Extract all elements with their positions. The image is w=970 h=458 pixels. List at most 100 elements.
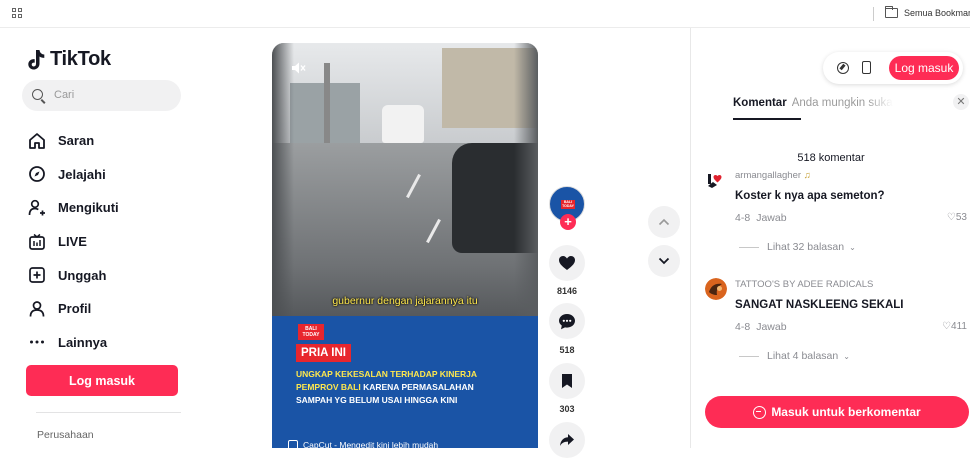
user-avatar[interactable] — [705, 169, 727, 191]
device-icon[interactable] — [862, 61, 871, 74]
avatar-news-logo: BALI TODAY — [561, 200, 575, 209]
news-line: PEMPROV BALI KARENA PERMASALAHAN — [296, 381, 521, 394]
like-count: 8146 — [556, 286, 578, 296]
view-replies-label: Lihat 32 balasan — [767, 241, 845, 253]
comment-like-count: 411 — [951, 321, 967, 332]
comments-panel: Log masuk Komentar Anda mungkin suka ✕ 51… — [690, 28, 970, 448]
bookmark-bar: Semua Bookmark — [0, 0, 970, 28]
chevron-down-icon — [658, 257, 670, 265]
next-video-button[interactable] — [648, 245, 680, 277]
capcut-banner[interactable]: CapCut - Mengedit kini lebih mudah — [288, 438, 528, 448]
header-login-button[interactable]: Log masuk — [889, 56, 959, 80]
comment-username[interactable]: armangallagher ♫ — [735, 170, 811, 181]
sidebar-item-label: Jelajahi — [58, 166, 106, 182]
follow-plus-button[interactable]: + — [560, 214, 576, 230]
news-line-text: KARENA PERMASALAHAN — [360, 382, 474, 392]
comment-date: 4-8 — [735, 212, 751, 224]
comment-username[interactable]: TATTOO'S BY ADEE RADICALS — [735, 279, 873, 290]
previous-video-button[interactable] — [648, 206, 680, 238]
sidebar-item-unggah[interactable]: Unggah — [28, 258, 198, 292]
sidebar-login-button[interactable]: Log masuk — [26, 365, 178, 396]
search-input[interactable]: Cari — [22, 80, 181, 111]
sidebar-item-jelajahi[interactable]: Jelajahi — [28, 158, 198, 192]
sidebar-item-label: Profil — [58, 301, 92, 317]
apps-grid-icon[interactable] — [12, 8, 22, 18]
reply-button[interactable]: Jawab — [756, 212, 786, 224]
comment-icon — [753, 405, 767, 419]
share-button[interactable] — [549, 422, 585, 458]
live-icon — [28, 233, 46, 251]
share-icon — [560, 434, 574, 446]
company-link[interactable]: Perusahaan — [37, 429, 94, 441]
news-line-text: SAMPAH YG BELUM USAI HINGGA KINI — [296, 395, 458, 405]
heart-outline-icon: ♡ — [942, 321, 952, 332]
comment-meta: 4-8 Jawab — [735, 212, 787, 224]
sidebar-item-lainnya[interactable]: Lainnya — [28, 326, 198, 360]
tab-suggestions[interactable]: Anda mungkin suka — [792, 97, 893, 109]
heart-outline-icon: ♡ — [946, 212, 956, 223]
news-logo: BALI TODAY — [298, 324, 324, 340]
sidebar-divider — [36, 412, 181, 413]
sidebar-item-saran[interactable]: Saran — [28, 124, 198, 158]
news-line-highlight: PEMPROV BALI — [296, 382, 361, 392]
sidebar-item-label: Saran — [58, 133, 95, 149]
reply-button[interactable]: Jawab — [756, 321, 786, 333]
tab-comments[interactable]: Komentar — [733, 97, 787, 109]
comment-bubble-icon — [559, 313, 575, 329]
login-to-comment-button[interactable]: Masuk untuk berkomentar — [705, 396, 969, 428]
upload-icon — [28, 266, 46, 284]
mute-icon[interactable] — [290, 60, 306, 76]
save-count: 303 — [559, 404, 575, 414]
active-tab-indicator — [733, 118, 801, 120]
more-icon — [28, 333, 46, 351]
folder-icon[interactable] — [885, 6, 898, 18]
tiktok-logo[interactable]: TikTok — [28, 48, 111, 71]
comment-button[interactable] — [549, 303, 585, 339]
user-follow-icon — [28, 199, 46, 217]
comment-date: 4-8 — [735, 321, 751, 333]
explore-compass-icon[interactable] — [837, 62, 849, 74]
all-bookmarks-link[interactable]: Semua Bookmark — [904, 8, 970, 18]
sidebar-item-live[interactable]: LIVE — [28, 225, 198, 259]
search-placeholder: Cari — [54, 89, 75, 101]
logo-wordmark: TikTok — [50, 48, 111, 70]
news-headline: PRIA INI — [296, 344, 351, 362]
sidebar-item-mengikuti[interactable]: Mengikuti — [28, 191, 198, 225]
sidebar-item-profil[interactable]: Profil — [28, 292, 198, 326]
comment-like-button[interactable]: ♡53 — [947, 212, 967, 223]
close-icon[interactable]: ✕ — [953, 94, 969, 110]
news-line-text: UNGKAP KEKESALAN TERHADAP KINERJA — [296, 369, 478, 379]
view-replies-label: Lihat 4 balasan — [767, 350, 839, 362]
chevron-down-icon: ⌄ — [849, 242, 856, 252]
user-avatar[interactable] — [705, 278, 727, 300]
heart-icon — [559, 256, 575, 270]
comment-text: SANGAT NASKLEENG SEKALI — [735, 299, 904, 311]
view-replies-button[interactable]: Lihat 32 balasan ⌄ — [739, 241, 856, 253]
news-overlay: BALI TODAY PRIA INI UNGKAP KEKESALAN TER… — [272, 316, 538, 448]
news-line: UNGKAP KEKESALAN TERHADAP KINERJA — [296, 368, 521, 381]
login-to-comment-label: Masuk untuk berkomentar — [771, 405, 921, 419]
username-text: armangallagher — [735, 170, 802, 181]
video-frame-blur — [514, 43, 538, 318]
video-frame-car — [382, 105, 424, 143]
comment-count-heading: 518 komentar — [797, 152, 865, 164]
compass-icon — [28, 165, 46, 183]
view-replies-button[interactable]: Lihat 4 balasan ⌄ — [739, 350, 850, 362]
top-actions-bar: Log masuk — [823, 52, 963, 84]
chevron-up-icon — [658, 218, 670, 226]
sidebar-item-label: Lainnya — [58, 334, 108, 350]
comment-count: 518 — [559, 345, 575, 355]
news-body: UNGKAP KEKESALAN TERHADAP KINERJA PEMPRO… — [296, 368, 521, 407]
verified-emoji-icon: ♫ — [803, 170, 811, 181]
tiktok-note-icon — [28, 49, 45, 69]
video-player[interactable]: gubernur dengan jajarannya itu BALI TODA… — [272, 43, 538, 448]
like-button[interactable] — [549, 245, 585, 281]
profile-icon — [28, 300, 46, 318]
comment-like-button[interactable]: ♡411 — [942, 321, 967, 332]
comment-text: Koster k nya apa semeton? — [735, 190, 885, 202]
search-icon — [32, 89, 43, 100]
save-button[interactable] — [549, 363, 585, 399]
capcut-label: CapCut - Mengedit kini lebih mudah — [303, 440, 439, 448]
sidebar-item-label: Mengikuti — [58, 200, 119, 216]
home-icon — [28, 132, 46, 150]
